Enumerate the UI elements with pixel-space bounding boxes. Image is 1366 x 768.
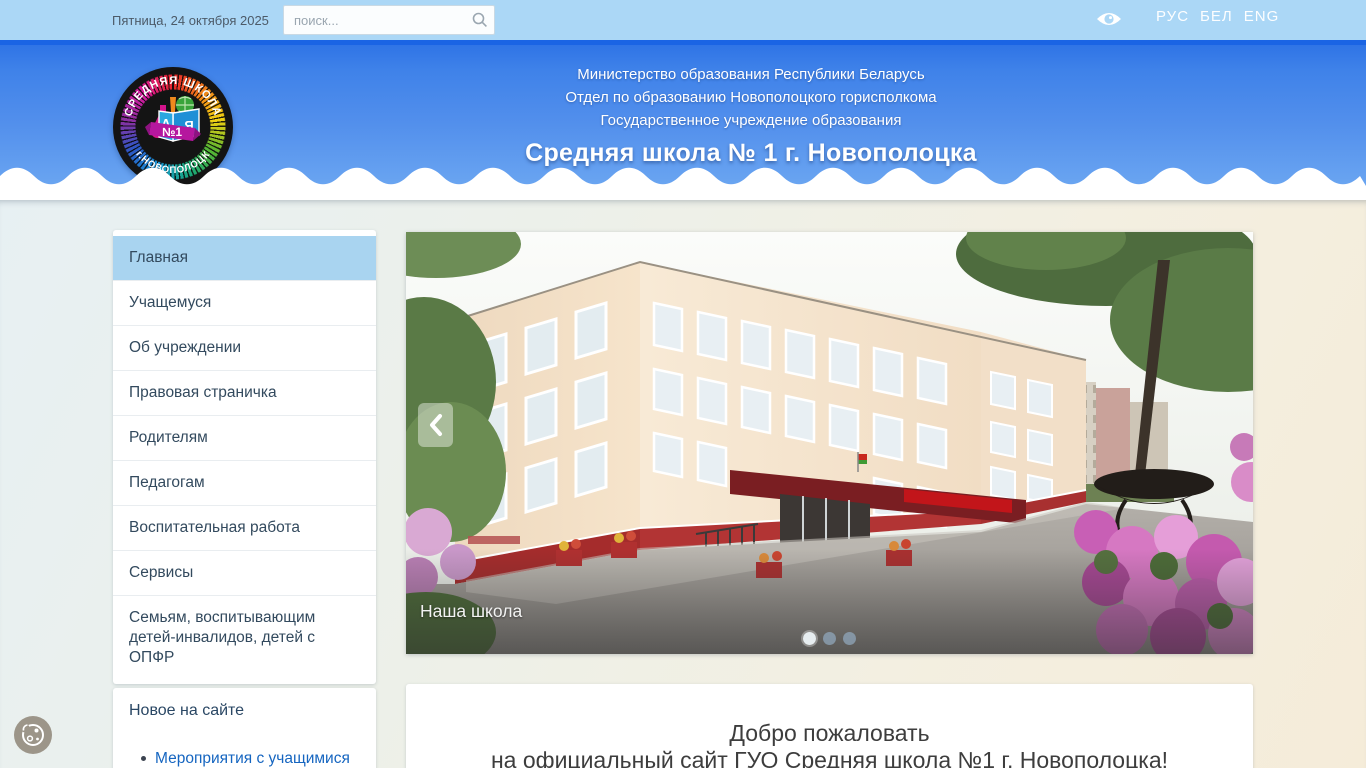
cookie-icon (14, 716, 52, 754)
sidebar-item-parents[interactable]: Родителям (113, 415, 376, 460)
site-header: Я А №1 СРЕДНЯЯ ШКОЛА г.НОВОПОЛОЦК Минист… (0, 40, 1366, 187)
photo-carousel: Наша школа (406, 232, 1253, 654)
carousel-dots (406, 632, 1253, 645)
sidebar-item-legal[interactable]: Правовая страничка (113, 370, 376, 415)
header-white-band (0, 186, 1366, 200)
slide-caption: Наша школа (420, 601, 523, 621)
language-switcher: РУС БЕЛ ENG (1156, 8, 1279, 25)
topbar: Пятница, 24 октября 2025 РУС БЕЛ ENG (0, 0, 1366, 40)
sidebar-item-families-opfr[interactable]: Семьям, воспитывающим детей-инвалидов, д… (113, 595, 376, 680)
magnifier-icon (472, 12, 487, 27)
wave-divider (0, 167, 1366, 186)
header-text-block: Министерство образования Республики Бела… (233, 63, 1269, 168)
carousel-dot-1[interactable] (803, 632, 816, 645)
welcome-line-1: Добро пожаловать (729, 720, 930, 746)
lang-bel[interactable]: БЕЛ (1200, 8, 1233, 25)
org-line-2: Отдел по образованию Новополоцкого горис… (565, 89, 937, 106)
list-item: Мероприятия с учащимися (141, 750, 360, 768)
sidebar-item-home[interactable]: Главная (113, 236, 376, 280)
cookie-consent-button[interactable] (13, 715, 53, 755)
whats-new-title: Новое на сайте (129, 702, 245, 719)
carousel-prev-button[interactable] (418, 403, 453, 447)
chevron-left-icon (429, 414, 442, 436)
whats-new-card: Новое на сайте Мероприятия с учащимися (113, 688, 376, 768)
search-input[interactable] (283, 5, 495, 35)
accessibility-version-button[interactable] (1094, 7, 1124, 33)
sidebar-item-services[interactable]: Сервисы (113, 550, 376, 595)
whats-new-list: Мероприятия с учащимися (129, 750, 360, 768)
org-line-3: Государственное учреждение образования (600, 112, 902, 129)
page: Пятница, 24 октября 2025 РУС БЕЛ ENG (0, 0, 1366, 768)
sidebar-menu: Главная Учащемуся Об учреждении Правовая… (113, 230, 376, 684)
current-date: Пятница, 24 октября 2025 (112, 13, 269, 28)
sidebar-item-upbringing[interactable]: Воспитательная работа (113, 505, 376, 550)
sidebar-item-about[interactable]: Об учреждении (113, 325, 376, 370)
news-link-events[interactable]: Мероприятия с учащимися (155, 750, 350, 767)
org-line-1: Министерство образования Республики Бела… (577, 66, 925, 83)
carousel-dot-3[interactable] (843, 632, 856, 645)
carousel-dot-2[interactable] (823, 632, 836, 645)
bullet-dot (141, 756, 146, 761)
eye-icon (1097, 12, 1121, 25)
sidebar-item-teachers[interactable]: Педагогам (113, 460, 376, 505)
welcome-card: Добро пожаловать на официальный сайт ГУО… (406, 684, 1253, 768)
lang-rus[interactable]: РУС (1156, 8, 1189, 25)
logo-badge-number: №1 (162, 125, 182, 139)
welcome-line-2: на официальный сайт ГУО Средняя школа №1… (490, 747, 1169, 768)
sidebar-item-students[interactable]: Учащемуся (113, 280, 376, 325)
lang-eng[interactable]: ENG (1244, 8, 1280, 25)
search-box (283, 5, 495, 35)
